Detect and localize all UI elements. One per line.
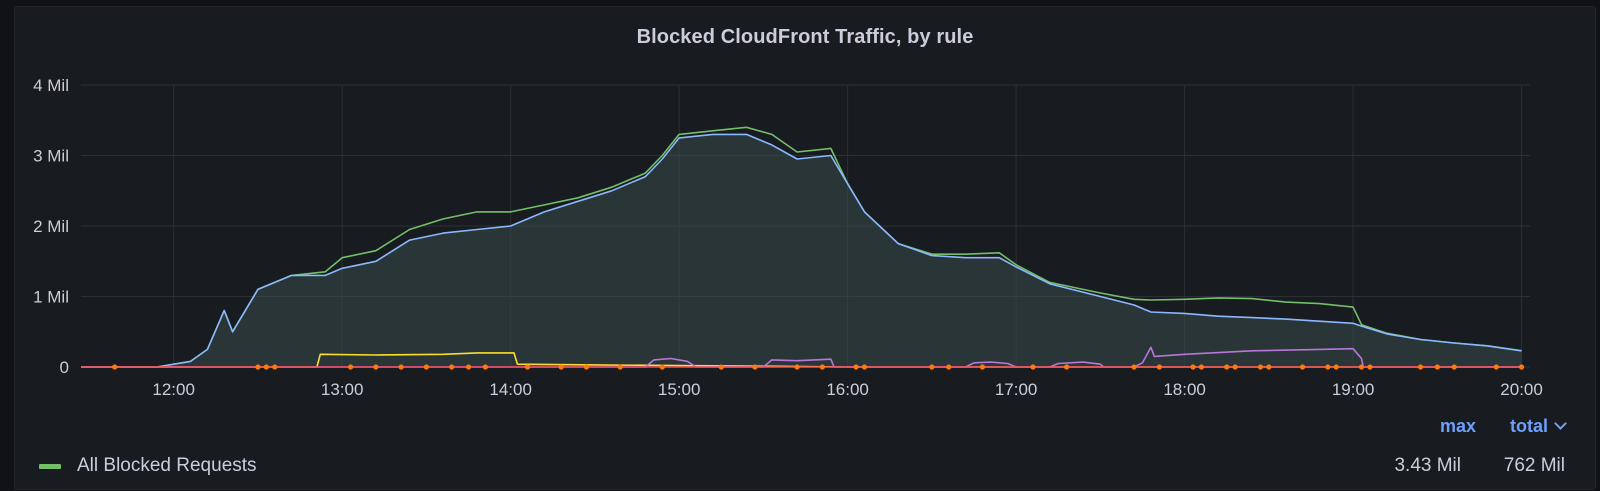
data-point-marker — [861, 364, 868, 370]
data-point-marker — [979, 364, 986, 370]
data-point-marker — [1434, 364, 1440, 370]
data-point-marker — [929, 364, 935, 370]
data-point-marker — [1064, 364, 1070, 370]
x-tick-label: 20:00 — [1500, 380, 1543, 399]
data-point-marker — [1131, 364, 1137, 370]
data-point-marker — [423, 364, 430, 370]
y-tick-label: 1 Mil — [33, 288, 69, 307]
data-point-marker — [347, 364, 354, 370]
x-axis: 12:00 13:00 14:00 15:00 16:00 17:00 18:00 19:00… — [152, 380, 1542, 399]
data-point-marker — [752, 364, 758, 370]
x-tick-label: 19:00 — [1332, 380, 1375, 399]
x-tick-label: 15:00 — [658, 380, 701, 399]
data-point-marker — [659, 364, 665, 370]
data-point-marker — [1451, 364, 1457, 370]
x-tick-label: 16:00 — [826, 380, 869, 399]
y-axis: 0 1 Mil 2 Mil 3 Mil 4 Mil — [33, 76, 69, 377]
legend-max-value: 3.43 Mil — [1394, 455, 1461, 476]
series-layer — [81, 126, 1522, 368]
x-tick-label: 13:00 — [321, 380, 364, 399]
data-point-marker — [1190, 364, 1196, 370]
data-point-marker — [794, 364, 800, 370]
x-tick-label: 17:00 — [995, 380, 1038, 399]
data-point-marker — [465, 364, 472, 370]
data-point-marker — [1257, 364, 1264, 370]
data-point-marker — [1417, 364, 1424, 370]
data-point-marker — [583, 364, 590, 370]
data-point-marker — [718, 364, 724, 370]
data-point-marker — [524, 364, 531, 370]
data-point-marker — [853, 364, 859, 370]
data-point-marker — [398, 364, 404, 370]
data-point-marker — [1358, 364, 1365, 370]
data-point-marker — [1325, 364, 1331, 370]
data-point-marker — [617, 364, 623, 370]
time-series-chart[interactable]: 0 1 Mil 2 Mil 3 Mil 4 Mil 12:00 13:00 14:00 15:… — [15, 7, 1595, 407]
data-point-marker — [1224, 364, 1230, 370]
legend-sort-total[interactable]: total — [1510, 416, 1567, 437]
series-area — [81, 134, 1522, 367]
chart-panel: Blocked CloudFront Traffic, by rule 01 M… — [14, 6, 1596, 490]
data-point-marker — [1367, 364, 1373, 370]
y-tick-label: 2 Mil — [33, 217, 69, 236]
data-point-marker — [1266, 364, 1272, 370]
data-point-marker — [1333, 364, 1339, 370]
data-point-marker — [1232, 364, 1238, 370]
data-point-marker — [112, 364, 118, 370]
data-point-marker — [449, 364, 455, 370]
data-point-marker — [1493, 364, 1499, 370]
y-tick-label: 3 Mil — [33, 147, 69, 166]
x-tick-label: 12:00 — [152, 380, 195, 399]
legend-sort-max[interactable]: max — [1440, 416, 1476, 437]
data-point-marker — [819, 364, 825, 370]
data-point-marker — [946, 364, 952, 370]
data-point-marker — [272, 364, 278, 370]
data-point-marker — [1156, 364, 1162, 370]
data-point-marker — [255, 364, 261, 370]
data-point-marker — [1198, 364, 1205, 370]
data-point-marker — [558, 364, 564, 370]
chevron-down-icon — [1554, 417, 1567, 430]
x-tick-label: 14:00 — [489, 380, 532, 399]
y-tick-label: 0 — [60, 358, 69, 377]
x-tick-label: 18:00 — [1163, 380, 1206, 399]
data-point-marker — [482, 364, 488, 370]
data-point-marker — [1299, 364, 1306, 370]
legend-series-name[interactable]: All Blocked Requests — [77, 455, 1341, 477]
data-point-marker — [1518, 364, 1525, 370]
legend-item[interactable]: All Blocked Requests 3.43 Mil 762 Mil — [39, 452, 1565, 480]
data-point-marker — [1030, 364, 1036, 370]
series-color-swatch — [39, 463, 61, 469]
data-point-marker — [373, 364, 379, 370]
y-tick-label: 4 Mil — [33, 76, 69, 95]
legend-total-value: 762 Mil — [1503, 455, 1565, 476]
legend-header: max total — [1440, 416, 1567, 437]
data-point-marker — [263, 364, 269, 370]
